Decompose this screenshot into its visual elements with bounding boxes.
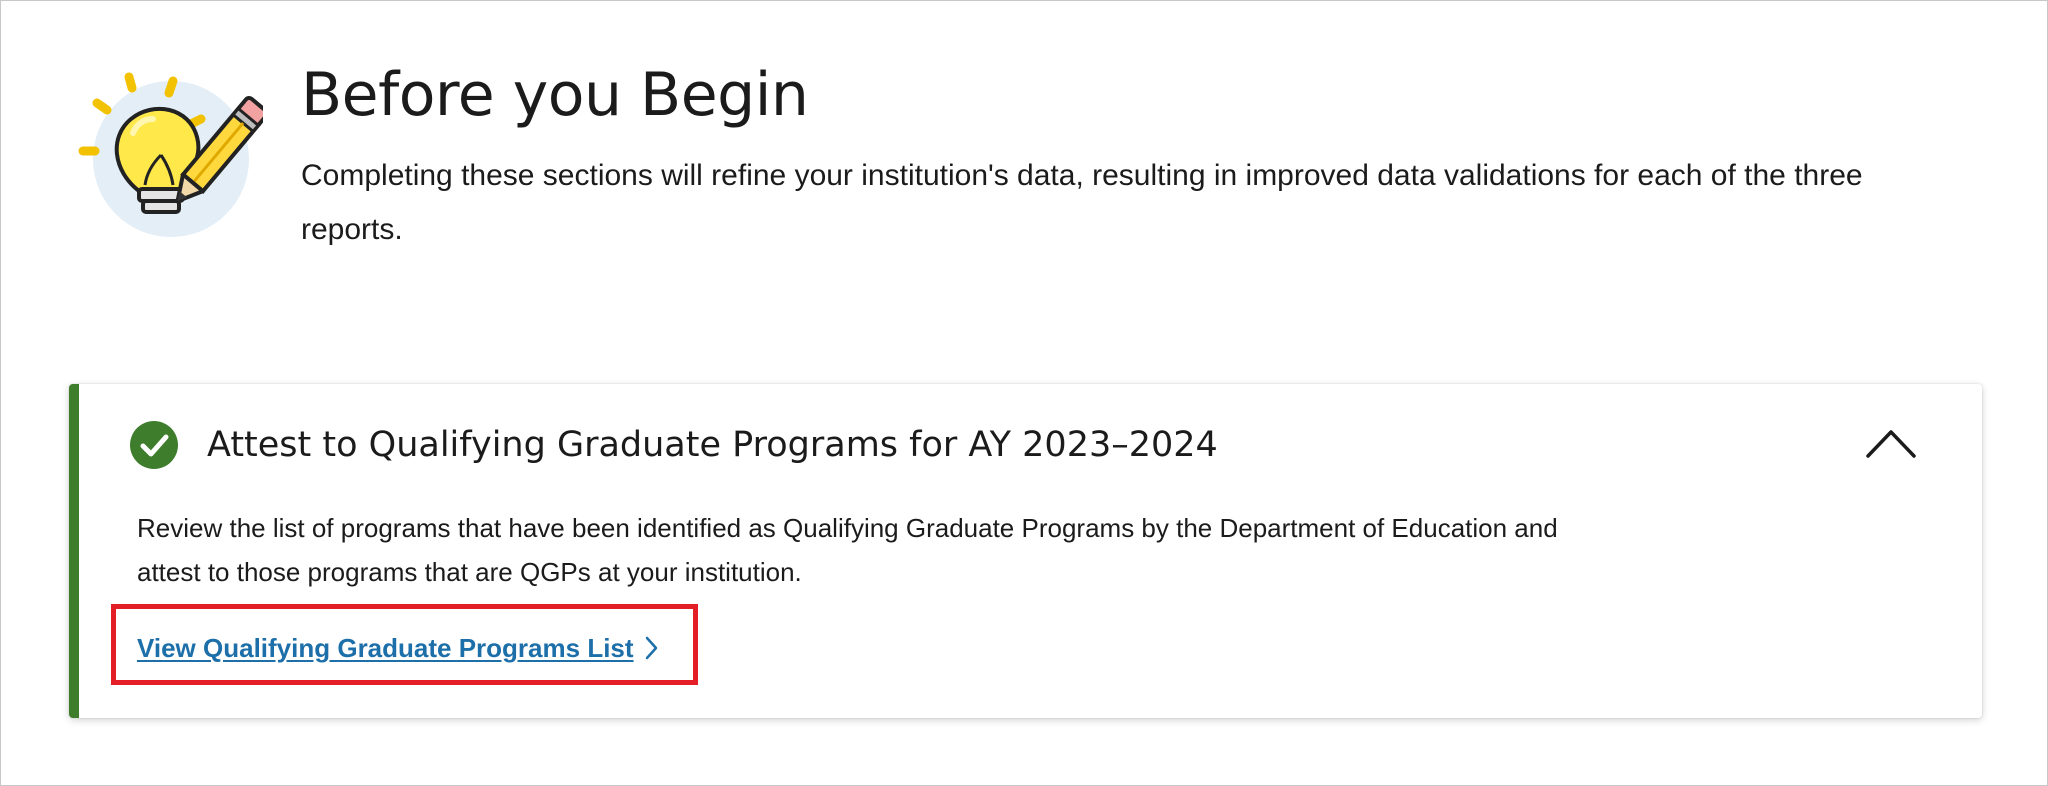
intro-section: Before you Begin Completing these sectio… [1, 1, 2047, 301]
page-frame: Before you Begin Completing these sectio… [0, 0, 2048, 786]
page-title: Before you Begin [301, 60, 809, 130]
lightbulb-pencil-icon [73, 63, 269, 253]
chevron-up-icon [1866, 430, 1916, 458]
check-circle-icon [130, 421, 178, 469]
collapse-toggle-button[interactable] [1859, 418, 1923, 468]
view-qgp-list-link[interactable]: View Qualifying Graduate Programs List [137, 631, 660, 665]
view-qgp-list-label: View Qualifying Graduate Programs List [137, 633, 634, 663]
card-description: Review the list of programs that have be… [137, 513, 1558, 587]
card-title: Attest to Qualifying Graduate Programs f… [207, 425, 1218, 465]
qgp-attestation-card: Attest to Qualifying Graduate Programs f… [69, 384, 1982, 718]
chevron-right-icon [645, 636, 657, 660]
intro-description: Completing these sections will refine yo… [301, 159, 1863, 246]
